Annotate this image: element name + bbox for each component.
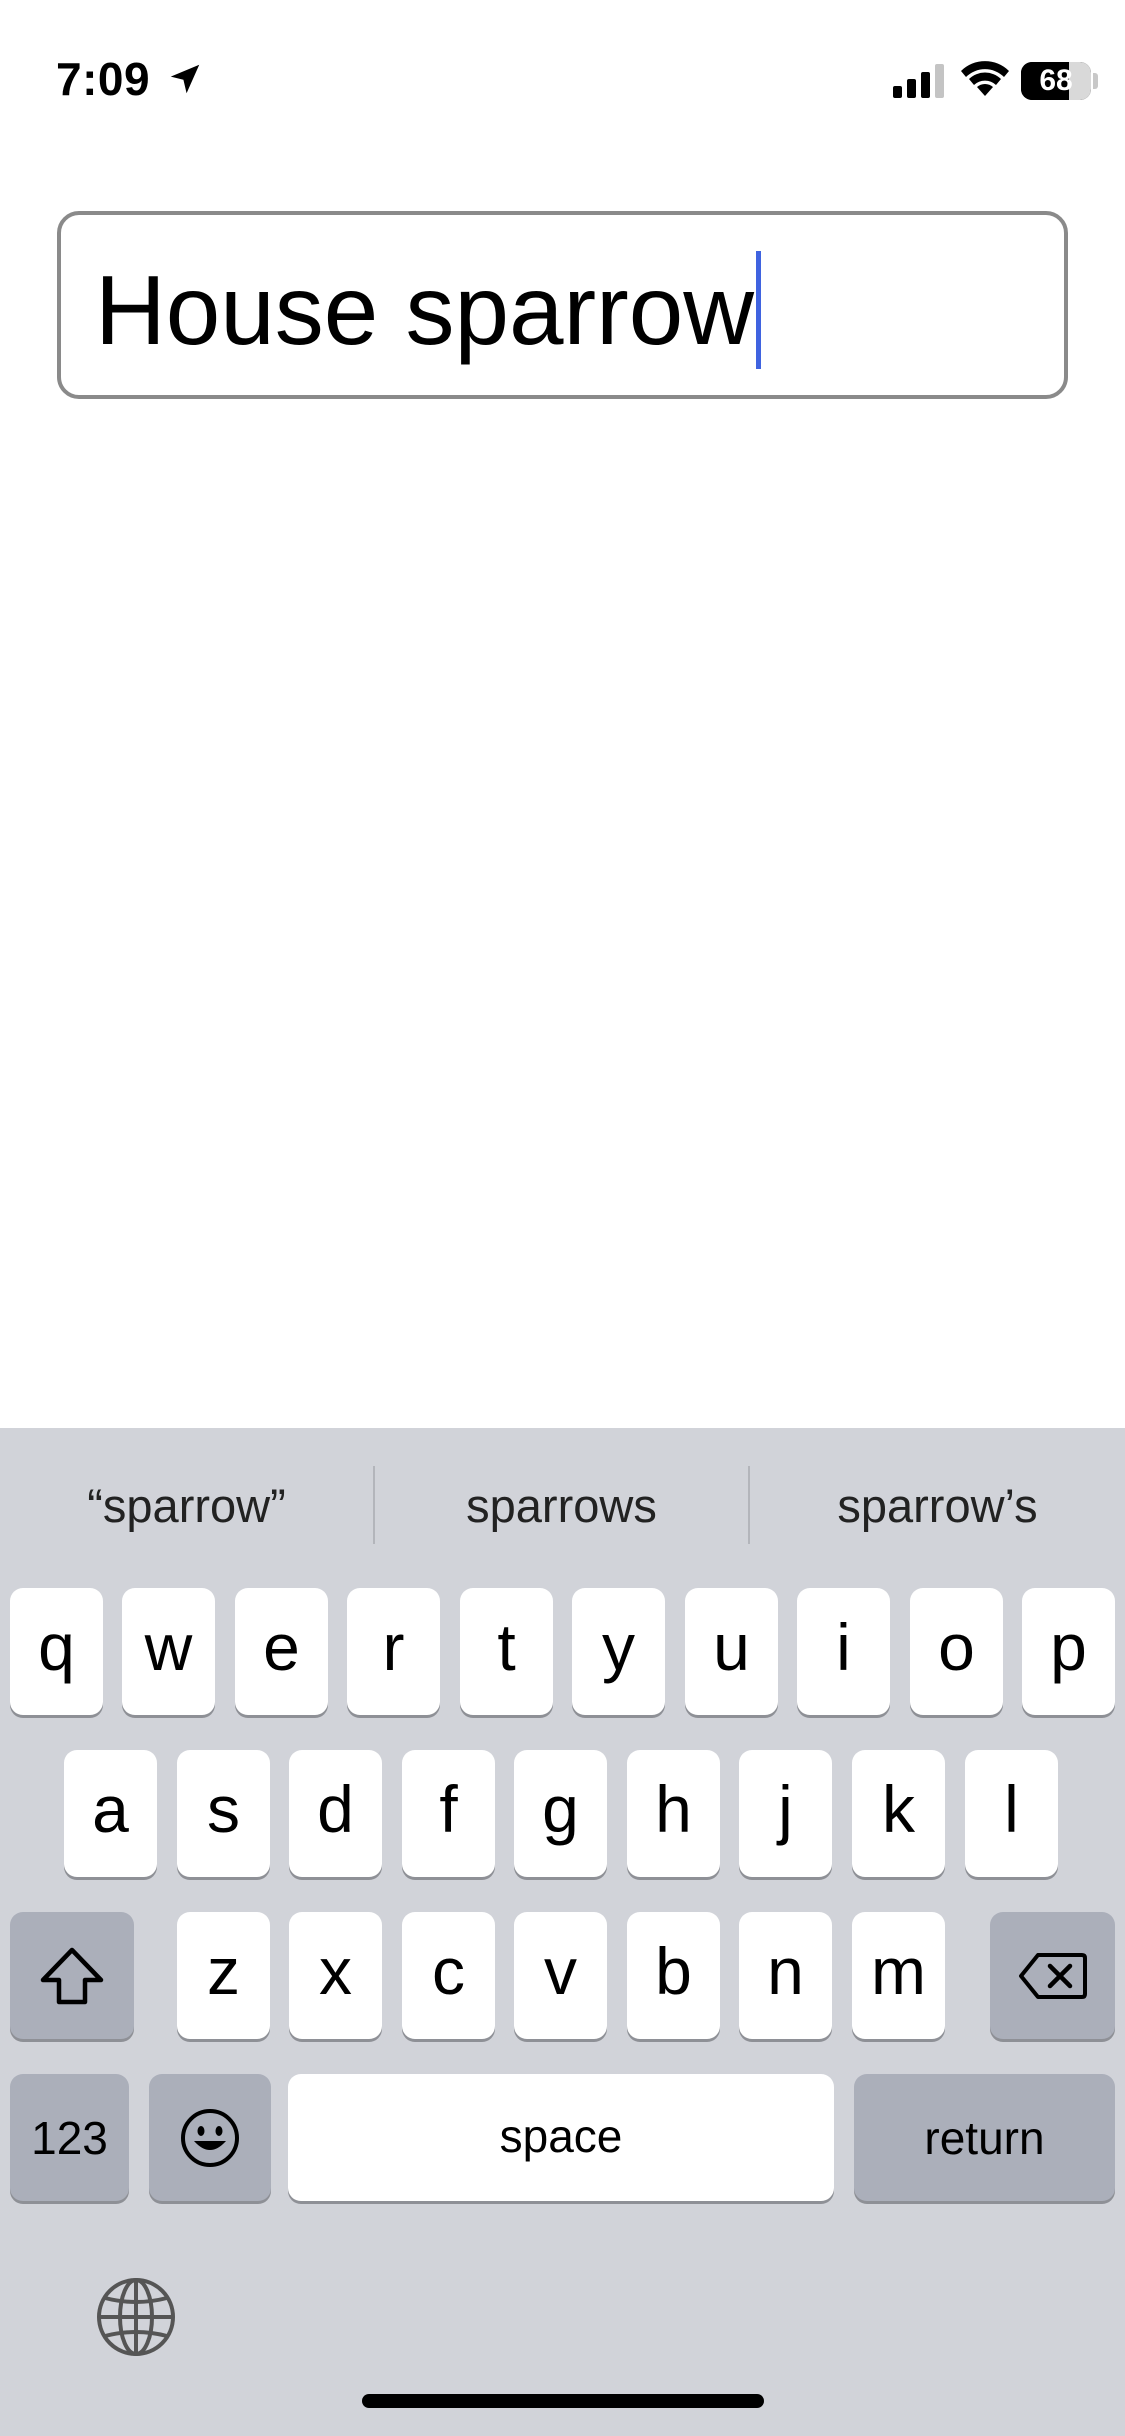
battery-icon: 68 <box>1021 62 1091 100</box>
suggestion-bar: “sparrow” sparrows sparrow’s <box>0 1428 1125 1578</box>
suggestion-quoted[interactable]: “sparrow” <box>0 1466 373 1546</box>
key-c[interactable]: c <box>402 1912 495 2039</box>
key-j[interactable]: j <box>739 1750 832 1877</box>
key-n[interactable]: n <box>739 1912 832 2039</box>
key-h[interactable]: h <box>627 1750 720 1877</box>
key-a[interactable]: a <box>64 1750 157 1877</box>
emoji-icon <box>181 2108 239 2167</box>
status-time: 7:09 <box>56 53 151 105</box>
key-o[interactable]: o <box>910 1588 1003 1715</box>
key-z[interactable]: z <box>177 1912 270 2039</box>
key-q[interactable]: q <box>10 1588 103 1715</box>
key-g[interactable]: g <box>514 1750 607 1877</box>
key-f[interactable]: f <box>402 1750 495 1877</box>
key-t[interactable]: t <box>460 1588 553 1715</box>
key-r[interactable]: r <box>347 1588 440 1715</box>
key-l[interactable]: l <box>965 1750 1058 1877</box>
key-s[interactable]: s <box>177 1750 270 1877</box>
text-cursor <box>756 251 762 369</box>
status-bar: 7:09 68 <box>0 0 1125 140</box>
key-p[interactable]: p <box>1022 1588 1115 1715</box>
key-x[interactable]: x <box>289 1912 382 2039</box>
return-key[interactable]: return <box>854 2074 1115 2201</box>
delete-key[interactable] <box>990 1912 1115 2039</box>
input-text: House sparrow <box>95 255 755 365</box>
globe-icon[interactable] <box>95 2276 177 2358</box>
battery-cap <box>1093 73 1098 89</box>
key-w[interactable]: w <box>122 1588 215 1715</box>
key-v[interactable]: v <box>514 1912 607 2039</box>
screen: 7:09 68 House sparrow “sparrow” sparrows… <box>0 0 1125 2436</box>
keyboard: “sparrow” sparrows sparrow’s q w e r t y… <box>0 1428 1125 2436</box>
shift-icon <box>40 1947 104 2004</box>
key-k[interactable]: k <box>852 1750 945 1877</box>
search-input[interactable]: House sparrow <box>57 211 1068 399</box>
emoji-key[interactable] <box>149 2074 271 2201</box>
wifi-icon <box>961 61 1009 96</box>
key-m[interactable]: m <box>852 1912 945 2039</box>
key-y[interactable]: y <box>572 1588 665 1715</box>
space-key[interactable]: space <box>288 2074 834 2201</box>
input-value: House sparrow <box>95 251 762 369</box>
numbers-key[interactable]: 123 <box>10 2074 129 2201</box>
key-u[interactable]: u <box>685 1588 778 1715</box>
suggestion-possessive[interactable]: sparrow’s <box>750 1466 1125 1546</box>
cellular-signal-icon <box>893 64 944 98</box>
key-b[interactable]: b <box>627 1912 720 2039</box>
battery-percent: 68 <box>1039 64 1073 97</box>
delete-icon <box>1018 1952 1087 1999</box>
key-d[interactable]: d <box>289 1750 382 1877</box>
location-arrow-icon <box>170 64 200 94</box>
key-i[interactable]: i <box>797 1588 890 1715</box>
suggestion-plural[interactable]: sparrows <box>375 1466 748 1546</box>
key-e[interactable]: e <box>235 1588 328 1715</box>
shift-key[interactable] <box>10 1912 134 2039</box>
home-indicator[interactable] <box>362 2394 764 2408</box>
